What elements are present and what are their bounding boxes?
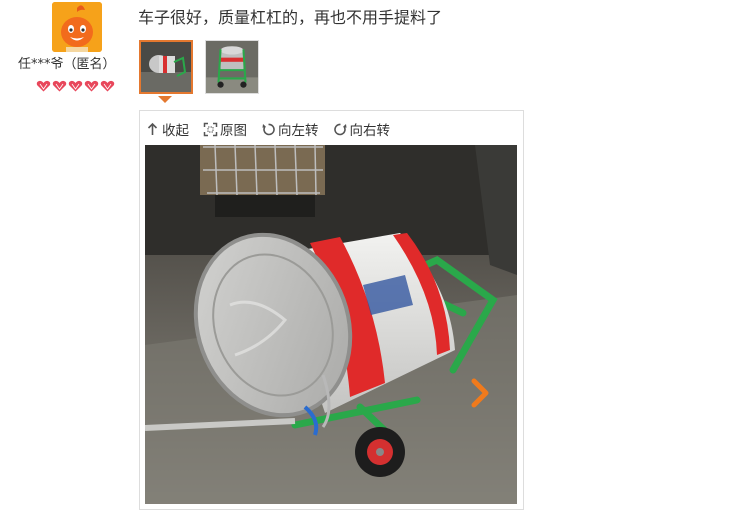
selected-thumbnail-pointer: [158, 96, 172, 103]
rotate-right-label: 向右转: [349, 123, 391, 139]
user-name: 任***爷（匿名）: [18, 57, 116, 72]
user-level-badges: [36, 80, 115, 92]
original-image-label: 原图: [220, 123, 247, 139]
rotate-left-label: 向左转: [278, 123, 319, 139]
review-photo: [145, 145, 517, 504]
collapse-button[interactable]: 收起: [145, 119, 189, 139]
arrow-up-icon: [147, 122, 158, 135]
thumbnail-image: [206, 41, 258, 93]
heart-badge-icon: [100, 80, 115, 92]
user-avatar: [52, 2, 102, 52]
next-image-arrow-icon[interactable]: [469, 378, 491, 408]
heart-badge-icon: [84, 80, 99, 92]
review-text: 车子很好，质量杠杠的，再也不用手提料了: [138, 8, 443, 27]
thumbnail-image: [141, 42, 191, 92]
review-thumbnail-2[interactable]: [205, 40, 259, 94]
rotate-right-button[interactable]: 向右转: [333, 119, 391, 139]
image-viewer-toolbar: 收起 原图 向左转 向右转: [145, 119, 390, 139]
rotate-left-icon: [262, 123, 275, 135]
heart-badge-icon: [68, 80, 83, 92]
heart-badge-icon: [36, 80, 51, 92]
rotate-right-icon: [333, 123, 346, 135]
review-thumbnail-1[interactable]: [139, 40, 193, 94]
rotate-left-button[interactable]: 向左转: [261, 119, 319, 139]
expand-icon: [203, 122, 218, 136]
heart-badge-icon: [52, 80, 67, 92]
original-image-button[interactable]: 原图: [203, 119, 247, 139]
collapse-label: 收起: [162, 123, 189, 139]
